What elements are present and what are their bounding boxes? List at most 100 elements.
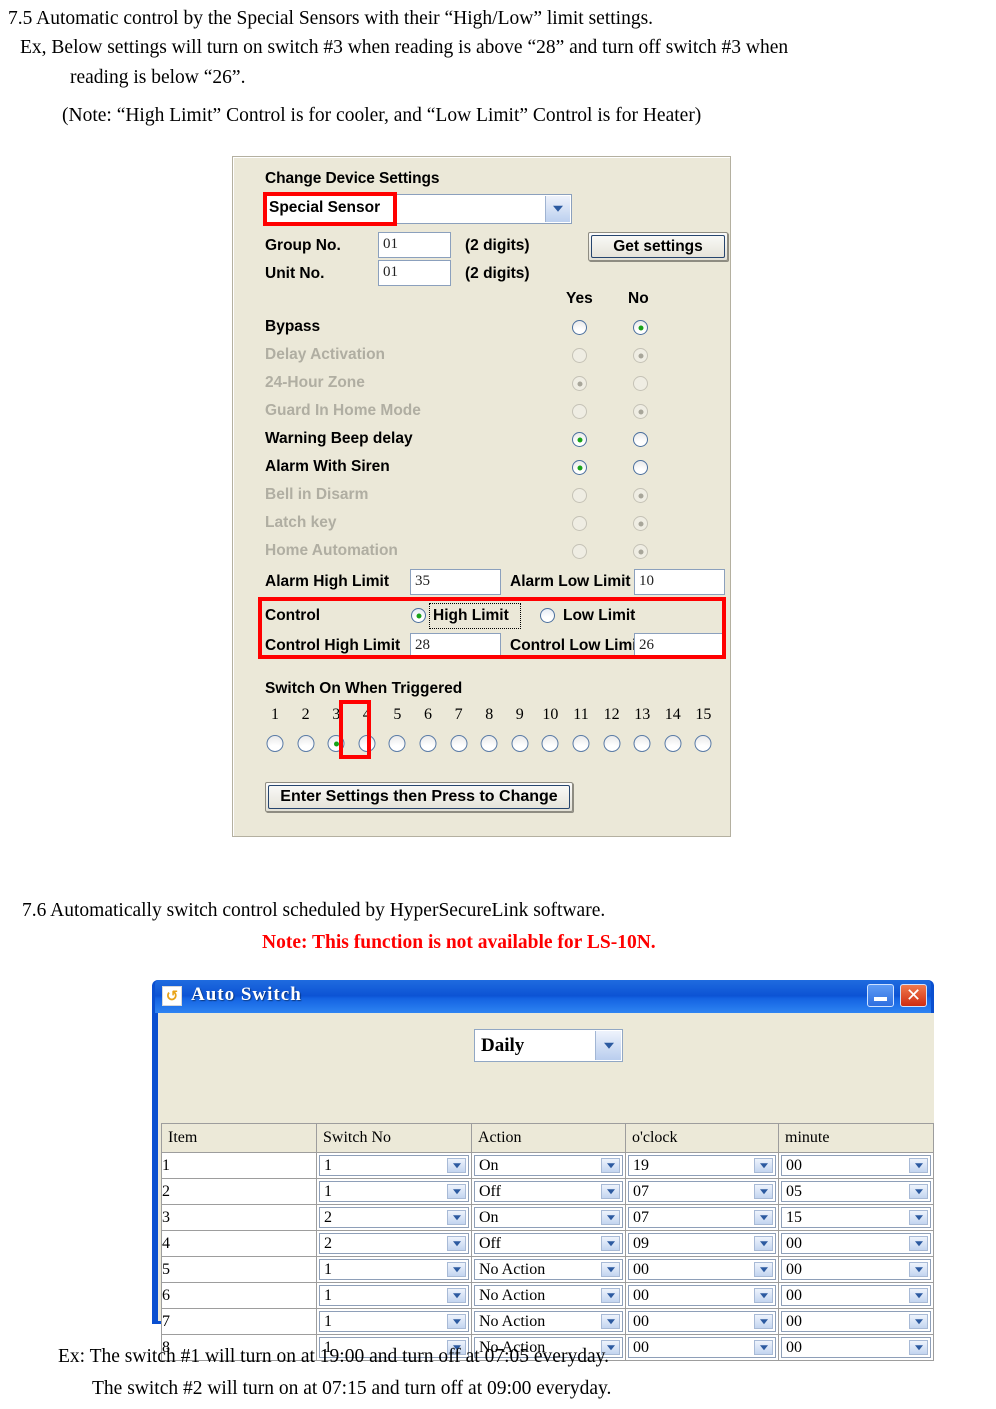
control-high-limit-radio[interactable] — [411, 608, 426, 623]
minute-select-cell[interactable]: 00 — [778, 1230, 934, 1257]
chevron-down-icon[interactable] — [595, 1031, 621, 1060]
minute-select-cell[interactable]: 00 — [778, 1282, 934, 1309]
switch-no-select-cell[interactable]: 1 — [316, 1256, 472, 1283]
switch-radio-14[interactable] — [664, 735, 682, 752]
device-option-radio-yes[interactable] — [572, 320, 587, 335]
oclock-select-cell[interactable]: 09 — [625, 1230, 779, 1257]
minute-select-cell[interactable]: 00 — [778, 1152, 934, 1179]
group-no-input[interactable]: 01 — [378, 232, 451, 258]
chevron-down-icon[interactable] — [601, 1262, 620, 1277]
minimize-button[interactable] — [867, 984, 894, 1007]
chevron-down-icon[interactable] — [754, 1158, 773, 1173]
switch-radio-8[interactable] — [480, 735, 498, 752]
chevron-down-icon[interactable] — [601, 1236, 620, 1251]
chevron-down-icon[interactable] — [601, 1184, 620, 1199]
get-settings-button[interactable]: Get settings — [588, 232, 728, 261]
chevron-down-icon[interactable] — [754, 1288, 773, 1303]
action-select-cell[interactable]: Off — [471, 1178, 626, 1205]
oclock-select-cell[interactable]: 00 — [625, 1282, 779, 1309]
minute-select-cell[interactable]: 00 — [778, 1334, 934, 1361]
device-option-radio-no[interactable] — [633, 432, 648, 447]
switch-radio-10[interactable] — [541, 735, 559, 752]
switch-no-select-cell[interactable]: 1 — [316, 1308, 472, 1335]
chevron-down-icon[interactable] — [447, 1314, 466, 1329]
chevron-down-icon[interactable] — [909, 1184, 928, 1199]
switch-no-value: 1 — [324, 1157, 332, 1174]
switch-radio-group[interactable] — [233, 735, 730, 757]
control-low-limit-input[interactable]: 26 — [634, 633, 725, 659]
oclock-select-cell[interactable]: 00 — [625, 1256, 779, 1283]
switch-radio-9[interactable] — [511, 735, 529, 752]
action-select-cell[interactable]: No Action — [471, 1256, 626, 1283]
chevron-down-icon[interactable] — [447, 1288, 466, 1303]
frequency-select[interactable]: Daily — [474, 1029, 623, 1062]
oclock-select-cell[interactable]: 00 — [625, 1308, 779, 1335]
chevron-down-icon[interactable] — [447, 1210, 466, 1225]
device-option-row: 24-Hour Zone — [233, 371, 730, 399]
switch-no-select-cell[interactable]: 1 — [316, 1282, 472, 1309]
chevron-down-icon[interactable] — [447, 1158, 466, 1173]
switch-radio-12[interactable] — [603, 735, 621, 752]
oclock-select-cell[interactable]: 07 — [625, 1178, 779, 1205]
chevron-down-icon[interactable] — [909, 1262, 928, 1277]
minute-select-cell[interactable]: 00 — [778, 1256, 934, 1283]
oclock-select-cell[interactable]: 07 — [625, 1204, 779, 1231]
chevron-down-icon[interactable] — [754, 1210, 773, 1225]
chevron-down-icon[interactable] — [909, 1158, 928, 1173]
chevron-down-icon[interactable] — [447, 1262, 466, 1277]
chevron-down-icon[interactable] — [601, 1158, 620, 1173]
action-select-cell[interactable]: No Action — [471, 1308, 626, 1335]
switch-radio-6[interactable] — [419, 735, 437, 752]
chevron-down-icon[interactable] — [754, 1236, 773, 1251]
minute-select-cell[interactable]: 00 — [778, 1308, 934, 1335]
control-high-limit-input[interactable]: 28 — [410, 633, 501, 659]
chevron-down-icon[interactable] — [909, 1288, 928, 1303]
close-button[interactable]: ✕ — [900, 984, 927, 1007]
switch-radio-7[interactable] — [450, 735, 468, 752]
oclock-select-cell[interactable]: 19 — [625, 1152, 779, 1179]
action-select-cell[interactable]: Off — [471, 1230, 626, 1257]
chevron-down-icon[interactable] — [909, 1236, 928, 1251]
chevron-down-icon[interactable] — [754, 1340, 773, 1355]
chevron-down-icon[interactable] — [601, 1210, 620, 1225]
action-select-cell[interactable]: No Action — [471, 1282, 626, 1309]
switch-radio-5[interactable] — [388, 735, 406, 752]
switch-no-select-cell[interactable]: 1 — [316, 1178, 472, 1205]
chevron-down-icon[interactable] — [909, 1210, 928, 1225]
switch-radio-3[interactable] — [327, 735, 345, 752]
oclock-select-cell[interactable]: 00 — [625, 1334, 779, 1361]
chevron-down-icon[interactable] — [545, 196, 570, 222]
chevron-down-icon[interactable] — [447, 1236, 466, 1251]
switch-radio-1[interactable] — [266, 735, 284, 752]
switch-radio-15[interactable] — [694, 735, 712, 752]
chevron-down-icon[interactable] — [909, 1340, 928, 1355]
action-select-cell[interactable]: On — [471, 1204, 626, 1231]
sensor-type-select[interactable]: Special Sensor — [265, 194, 572, 224]
alarm-low-limit-input[interactable]: 10 — [634, 569, 725, 595]
chevron-down-icon[interactable] — [601, 1314, 620, 1329]
switch-radio-13[interactable] — [633, 735, 651, 752]
switch-no-select-cell[interactable]: 2 — [316, 1204, 472, 1231]
chevron-down-icon[interactable] — [754, 1262, 773, 1277]
chevron-down-icon[interactable] — [754, 1184, 773, 1199]
control-low-limit-radio[interactable] — [540, 608, 555, 623]
minute-select-cell[interactable]: 05 — [778, 1178, 934, 1205]
unit-no-input[interactable]: 01 — [378, 260, 451, 286]
chevron-down-icon[interactable] — [754, 1314, 773, 1329]
action-select-cell[interactable]: On — [471, 1152, 626, 1179]
alarm-high-limit-input[interactable]: 35 — [410, 569, 501, 595]
chevron-down-icon[interactable] — [601, 1288, 620, 1303]
minute-select-cell[interactable]: 15 — [778, 1204, 934, 1231]
enter-settings-button[interactable]: Enter Settings then Press to Change — [265, 782, 573, 812]
switch-no-select-cell[interactable]: 2 — [316, 1230, 472, 1257]
device-option-radio-no[interactable] — [633, 320, 648, 335]
chevron-down-icon[interactable] — [909, 1314, 928, 1329]
chevron-down-icon[interactable] — [447, 1184, 466, 1199]
switch-radio-4[interactable] — [358, 735, 376, 752]
device-option-radio-no[interactable] — [633, 460, 648, 475]
device-option-radio-yes[interactable] — [572, 460, 587, 475]
switch-radio-2[interactable] — [297, 735, 315, 752]
switch-no-select-cell[interactable]: 1 — [316, 1152, 472, 1179]
switch-radio-11[interactable] — [572, 735, 590, 752]
device-option-radio-yes[interactable] — [572, 432, 587, 447]
